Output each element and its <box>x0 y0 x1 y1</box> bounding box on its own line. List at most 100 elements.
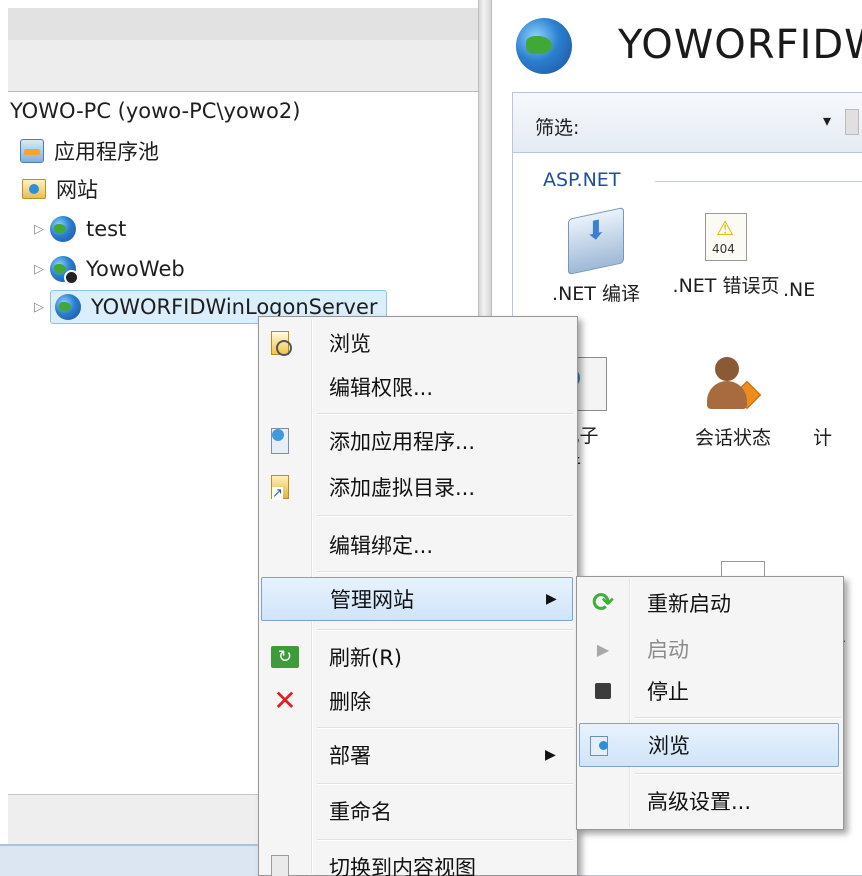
menu-item-label: 管理网站 <box>330 588 414 612</box>
menu-item-label: 编辑权限... <box>329 376 434 400</box>
submenu-arrow-icon: ▶ <box>545 747 556 763</box>
menu-item-label: 浏览 <box>329 332 371 356</box>
feature-partial-2[interactable]: 计 <box>813 357 862 450</box>
feature-label: .NET 错误页 <box>672 275 780 297</box>
feature-label: 会话状态 <box>694 427 771 449</box>
site-label: YowoWeb <box>86 257 185 281</box>
content-view-icon <box>271 855 289 876</box>
menu-item-refresh[interactable]: ↻ 刷新(R) <box>261 635 575 679</box>
connections-toolbar <box>8 8 478 40</box>
menu-item-browse[interactable]: 浏览 <box>261 321 575 365</box>
sites-folder-icon <box>22 179 46 199</box>
site-context-menu: 浏览 编辑权限... 添加应用程序... 添加虚拟目录... 编辑绑定... 管… <box>258 316 578 876</box>
feature-label: 计 <box>813 427 833 449</box>
menu-item-delete[interactable]: ✕ 删除 <box>261 679 575 723</box>
menu-separator <box>317 839 573 841</box>
error-page-404-icon <box>705 213 747 261</box>
menu-separator <box>317 515 573 517</box>
add-virtual-directory-icon <box>271 475 289 500</box>
menu-item-label: 添加虚拟目录... <box>329 476 476 500</box>
server-node-label: YOWO-PC (yowo-PC\yowo2) <box>10 99 301 123</box>
delete-icon: ✕ <box>273 684 297 717</box>
filter-dropdown-icon[interactable]: ▾ <box>823 111 831 130</box>
connections-toolbar-area <box>8 40 478 92</box>
menu-item-add-virtual-directory[interactable]: 添加虚拟目录... <box>261 465 575 509</box>
start-icon: ▶ <box>596 639 610 659</box>
menu-item-label: 删除 <box>329 690 371 714</box>
menu-item-label: 刷新(R) <box>329 646 402 670</box>
menu-item-label: 重新启动 <box>647 592 731 616</box>
tree-node-app-pools[interactable]: 应用程序池 <box>20 134 159 168</box>
menu-item-add-application[interactable]: 添加应用程序... <box>261 419 575 463</box>
menu-item-rename[interactable]: 重命名 <box>261 789 575 833</box>
diamond-icon <box>732 380 762 410</box>
feature-label: .NET 编译 <box>552 283 640 305</box>
site-globe-icon <box>516 18 572 74</box>
submenu-arrow-icon: ▶ <box>546 591 557 607</box>
filter-bar: 筛选: ▾ <box>513 93 862 153</box>
menu-item-label: 添加应用程序... <box>329 430 476 454</box>
feature-net-partial[interactable]: .NE <box>783 213 862 301</box>
menu-item-label: 停止 <box>647 680 689 704</box>
submenu-item-stop[interactable]: 停止 <box>579 669 841 713</box>
submenu-item-start[interactable]: ▶ 启动 <box>579 627 841 671</box>
tree-node-sites[interactable]: 网站 <box>22 172 98 206</box>
stop-icon <box>595 683 611 699</box>
session-state-icon <box>707 357 762 413</box>
tree-node-server[interactable]: YOWO-PC (yowo-PC\yowo2) <box>10 94 300 128</box>
expand-arrow-icon[interactable]: ▷ <box>34 300 48 315</box>
group-title: ASP.NET <box>543 169 621 191</box>
menu-item-edit-permissions[interactable]: 编辑权限... <box>261 365 575 409</box>
site-header: YOWORFIDW <box>492 0 862 90</box>
feature-session-state[interactable]: 会话状态 <box>673 357 793 450</box>
add-application-icon <box>271 428 289 454</box>
menu-item-label: 编辑绑定... <box>329 534 434 558</box>
group-divider <box>655 181 862 182</box>
menu-item-label: 启动 <box>647 638 689 662</box>
filter-label: 筛选: <box>535 117 580 139</box>
menu-item-label: 部署 <box>329 744 371 768</box>
stopped-globe-icon <box>50 256 79 285</box>
browse-folder-icon <box>271 331 292 356</box>
submenu-item-browse[interactable]: 浏览 <box>579 723 839 767</box>
globe-icon <box>50 216 76 242</box>
manage-site-submenu: ⟳ 重新启动 ▶ 启动 停止 浏览 高级设置... <box>576 576 844 830</box>
tree-node-site-yowoweb[interactable]: ▷ YowoWeb <box>34 252 185 286</box>
tree-node-site-test[interactable]: ▷ test <box>34 212 126 246</box>
refresh-icon: ↻ <box>271 646 299 668</box>
submenu-item-restart[interactable]: ⟳ 重新启动 <box>579 581 841 625</box>
page-title: YOWORFIDW <box>618 22 862 68</box>
menu-separator <box>317 629 573 631</box>
globe-icon <box>55 294 81 320</box>
menu-separator <box>317 571 573 573</box>
partial-icon <box>783 213 839 269</box>
compile-icon <box>568 207 624 275</box>
menu-item-label: 重命名 <box>329 800 392 824</box>
expand-arrow-icon[interactable]: ▷ <box>34 222 48 237</box>
menu-item-switch-content-view[interactable]: 切换到内容视图 <box>261 845 575 876</box>
menu-item-deploy[interactable]: 部署 ▶ <box>261 733 575 777</box>
menu-separator <box>317 413 573 415</box>
filter-go-button[interactable] <box>845 109 859 135</box>
menu-separator <box>635 773 841 775</box>
submenu-item-advanced-settings[interactable]: 高级设置... <box>579 779 841 823</box>
menu-item-edit-bindings[interactable]: 编辑绑定... <box>261 523 575 567</box>
menu-item-label: 切换到内容视图 <box>329 856 476 876</box>
menu-separator <box>317 783 573 785</box>
feature-label: .NE <box>783 279 816 301</box>
site-label: test <box>86 217 127 241</box>
menu-separator <box>635 717 841 719</box>
partial-icon <box>813 357 862 413</box>
app-pool-icon <box>20 139 44 163</box>
menu-item-label: 浏览 <box>648 734 690 758</box>
menu-item-manage-site[interactable]: 管理网站 ▶ <box>261 577 573 621</box>
menu-separator <box>317 727 573 729</box>
browse-icon <box>590 736 608 756</box>
restart-icon: ⟳ <box>592 588 614 618</box>
menu-item-label: 高级设置... <box>647 790 752 814</box>
feature-net-compile[interactable]: .NET 编译 <box>531 207 661 306</box>
feature-net-error-pages[interactable]: .NET 错误页 <box>661 213 791 298</box>
expand-arrow-icon[interactable]: ▷ <box>34 262 48 277</box>
sites-label: 网站 <box>56 178 98 202</box>
app-pools-label: 应用程序池 <box>54 140 159 164</box>
